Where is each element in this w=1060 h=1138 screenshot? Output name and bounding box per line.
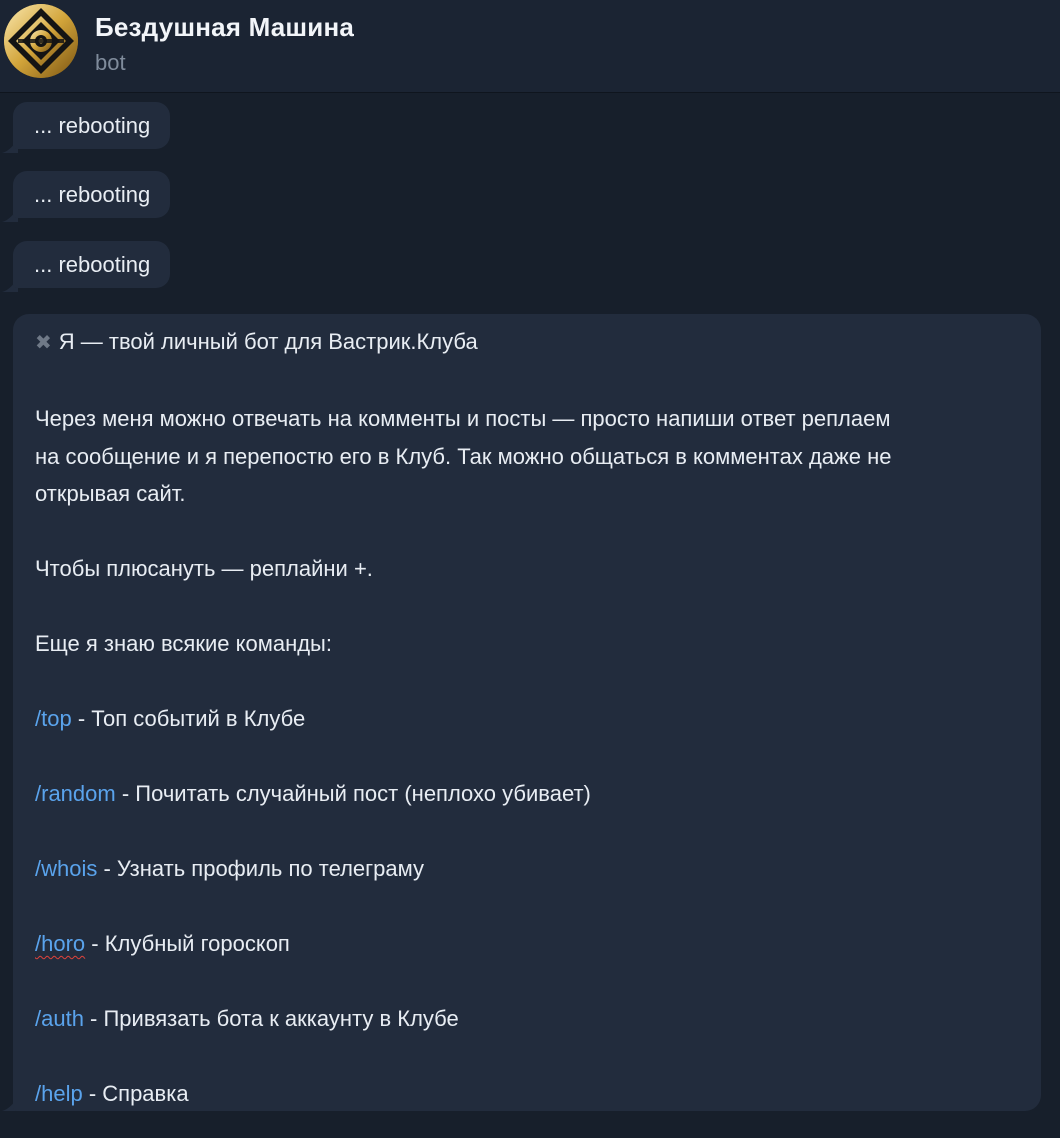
chat-title[interactable]: Бездушная Машина [95, 12, 354, 43]
x-icon: ✖ [35, 332, 52, 354]
bot-avatar[interactable] [4, 4, 78, 78]
command-link-horo[interactable]: /horo [35, 931, 85, 956]
message-bubble-bot-help[interactable]: ✖ Я — твой личный бот для Вастрик.Клуба Ч… [13, 314, 1041, 1111]
command-link-whois[interactable]: /whois [35, 856, 97, 881]
message-text: ... rebooting [34, 182, 151, 207]
message-bubble-rebooting-3[interactable]: ... rebooting [13, 241, 171, 288]
command-link-auth[interactable]: /auth [35, 1006, 84, 1031]
chat-header: Бездушная Машина bot [0, 0, 1060, 93]
command-description: - Почитать случайный пост (неплохо убива… [115, 781, 591, 806]
plus-instruction: Чтобы плюсануть — реплайни +. [35, 556, 373, 581]
intro-line: ✖ Я — твой личный бот для Вастрик.Клуба [35, 323, 1019, 363]
command-link-random[interactable]: /random [35, 781, 116, 806]
paragraph-line: Через меня можно отвечать на комменты и … [35, 406, 891, 431]
chat-subtitle: bot [95, 50, 126, 75]
command-item-top: /top - Топ событий в Клубе [35, 700, 1019, 738]
intro-text: Я — твой личный бот для Вастрик.Клуба [58, 329, 478, 354]
commands-intro: Еще я знаю всякие команды: [35, 631, 332, 656]
command-description: - Привязать бота к аккаунту в Клубе [83, 1006, 459, 1031]
command-item-help: /help - Справка [35, 1075, 1019, 1113]
message-bubble-rebooting-1[interactable]: ... rebooting [13, 102, 171, 149]
message-bubble-rebooting-2[interactable]: ... rebooting [13, 171, 171, 218]
paragraph-line: на сообщение и я перепостю его в Клуб. Т… [35, 443, 892, 469]
paragraph-line: открывая сайт. [35, 481, 186, 506]
command-description: - Узнать профиль по телеграму [97, 856, 425, 881]
command-item-auth: /auth - Привязать бота к аккаунту в Клуб… [35, 1000, 1019, 1038]
command-link-help[interactable]: /help [35, 1081, 83, 1106]
command-item-horo: /horo - Клубный гороскоп [35, 925, 1019, 963]
command-description: - Справка [82, 1081, 189, 1106]
message-text: ... rebooting [34, 252, 151, 277]
command-description: - Клубный гороскоп [85, 931, 290, 956]
command-description: - Топ событий в Клубе [71, 706, 306, 731]
message-text: ... rebooting [34, 113, 151, 138]
message-list[interactable]: ... rebooting ... rebooting ... rebootin… [0, 93, 1060, 1138]
command-link-top[interactable]: /top [35, 706, 72, 731]
command-item-random: /random - Почитать случайный пост (непло… [35, 775, 1019, 813]
command-item-whois: /whois - Узнать профиль по телеграму [35, 850, 1019, 888]
avatar-emblem-icon [4, 4, 78, 78]
